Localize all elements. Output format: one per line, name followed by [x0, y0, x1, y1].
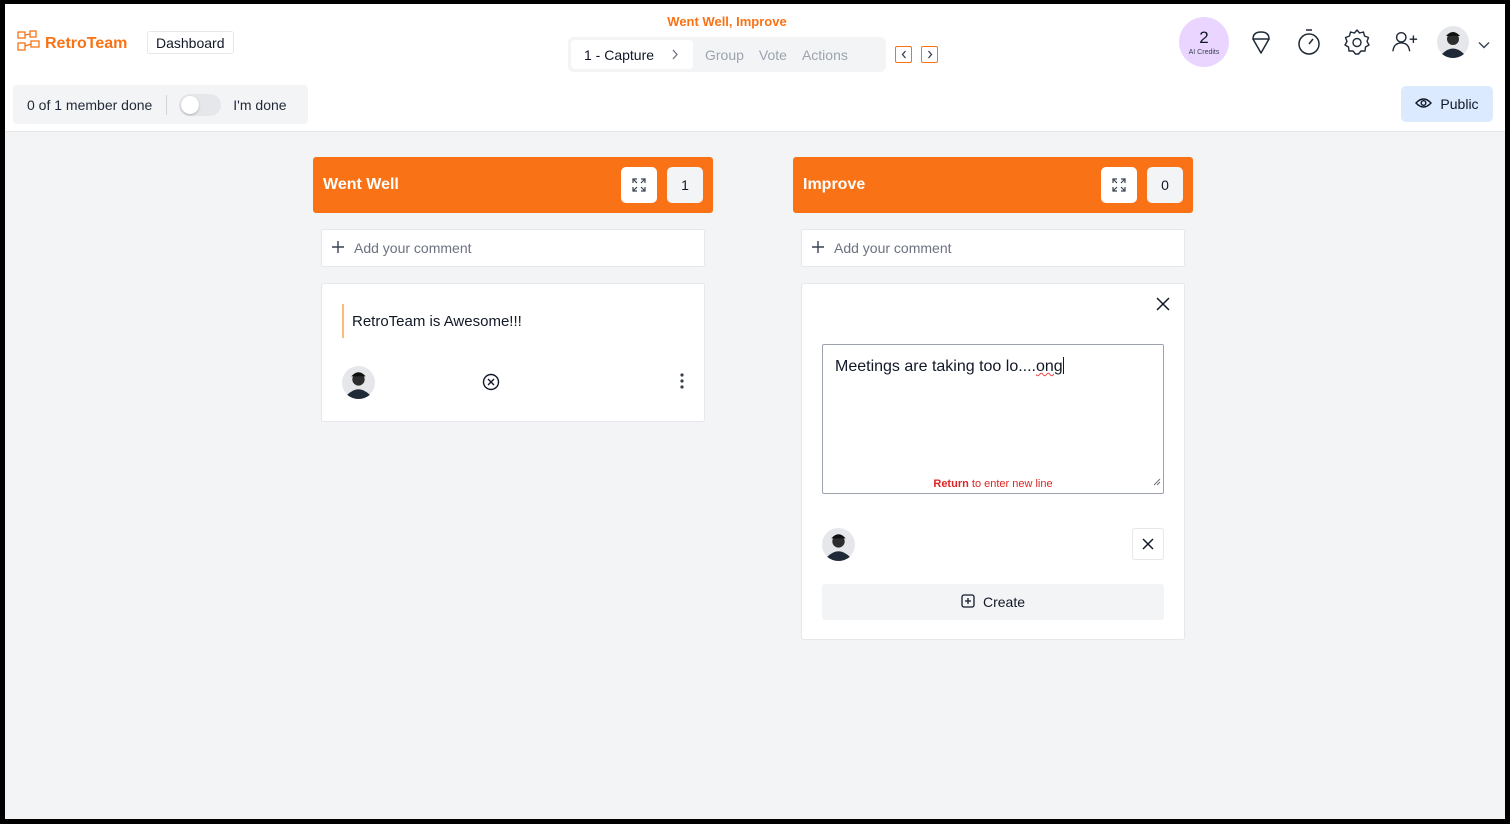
visibility-button[interactable]: Public: [1401, 86, 1493, 122]
card-text: RetroTeam is Awesome!!!: [342, 304, 522, 338]
resize-handle-icon[interactable]: [1153, 473, 1161, 491]
editor-author-avatar: [822, 528, 855, 561]
create-button[interactable]: Create: [822, 584, 1164, 620]
expand-column-button[interactable]: [1101, 167, 1137, 203]
done-toggle[interactable]: [179, 93, 222, 116]
next-step-button[interactable]: [921, 46, 938, 63]
hint-text: to enter new line: [968, 478, 1053, 490]
logo-icon: [17, 30, 41, 57]
column-card-count: 0: [1147, 167, 1183, 203]
draft-text-misspelled: ong: [1036, 358, 1063, 375]
timer-icon[interactable]: [1295, 28, 1323, 56]
step-capture[interactable]: 1 - Capture: [571, 40, 693, 69]
app-window: RetroTeam Dashboard Went Well, Improve 1…: [5, 4, 1505, 819]
add-user-icon[interactable]: [1391, 28, 1419, 56]
column-title: Improve: [803, 176, 866, 193]
step-actions[interactable]: Actions: [802, 47, 848, 63]
add-comment-placeholder: Add your comment: [354, 240, 472, 256]
plus-square-icon: [961, 593, 975, 611]
top-bar: RetroTeam Dashboard Went Well, Improve 1…: [5, 4, 1505, 132]
logo-text: RetroTeam: [45, 34, 128, 52]
visibility-label: Public: [1440, 96, 1479, 112]
members-done-text: 0 of 1 member done: [27, 96, 153, 113]
step-group[interactable]: Group: [705, 47, 744, 63]
more-options-icon[interactable]: [679, 372, 685, 395]
expand-icon: [1112, 178, 1126, 192]
step-vote[interactable]: Vote: [759, 47, 787, 63]
dashboard-button[interactable]: Dashboard: [147, 31, 234, 54]
newline-hint: Return to enter new line: [823, 478, 1163, 490]
chevron-down-icon[interactable]: [1478, 36, 1490, 54]
column-header-went-well: Went Well 1: [313, 157, 713, 213]
plus-icon: [332, 240, 344, 256]
add-comment-input[interactable]: Add your comment: [321, 229, 705, 267]
divider: [166, 94, 168, 115]
chevron-right-icon: [671, 47, 679, 63]
add-comment-input[interactable]: Add your comment: [801, 229, 1185, 267]
user-avatar[interactable]: [1437, 26, 1469, 58]
text-caret: [1062, 357, 1064, 374]
column-header-improve: Improve 0: [793, 157, 1193, 213]
done-toggle-label: I'm done: [233, 96, 287, 113]
ice-cream-icon[interactable]: [1247, 28, 1275, 56]
card-author-avatar: [342, 366, 375, 399]
toggle-knob: [181, 95, 200, 114]
logo[interactable]: RetroTeam: [17, 30, 127, 57]
comment-textarea[interactable]: Meetings are taking too lo....ong Return…: [822, 344, 1164, 494]
gear-icon[interactable]: [1343, 28, 1371, 56]
expand-column-button[interactable]: [621, 167, 657, 203]
board-title: Went Well, Improve: [667, 14, 787, 29]
create-label: Create: [982, 594, 1026, 610]
member-status-bar: 0 of 1 member done I'm done: [13, 85, 308, 124]
ai-credits-count: 2: [1199, 27, 1209, 47]
hint-key: Return: [933, 478, 969, 490]
discard-button[interactable]: [1132, 528, 1164, 560]
remove-circle-icon[interactable]: [482, 373, 500, 396]
add-comment-placeholder: Add your comment: [834, 240, 952, 256]
eye-icon: [1415, 96, 1433, 112]
comment-card[interactable]: RetroTeam is Awesome!!!: [321, 283, 705, 422]
prev-step-button[interactable]: [895, 46, 912, 63]
ai-credits-label: AI Credits: [1188, 48, 1220, 56]
expand-icon: [632, 178, 646, 192]
chevron-left-icon: [901, 50, 906, 59]
column-title: Went Well: [323, 176, 399, 193]
step-capture-label: 1 - Capture: [584, 46, 655, 63]
chevron-right-icon: [927, 50, 932, 59]
column-card-count: 1: [667, 167, 703, 203]
phase-stepper: 1 - Capture Group Vote Actions: [568, 37, 886, 72]
new-comment-editor: Meetings are taking too lo....ong Return…: [801, 283, 1185, 640]
ai-credits-badge[interactable]: 2 AI Credits: [1179, 17, 1229, 67]
close-icon: [1142, 538, 1154, 550]
draft-text: Meetings are taking too lo....: [835, 358, 1036, 375]
close-editor-icon[interactable]: [1155, 296, 1171, 317]
plus-icon: [812, 240, 824, 256]
